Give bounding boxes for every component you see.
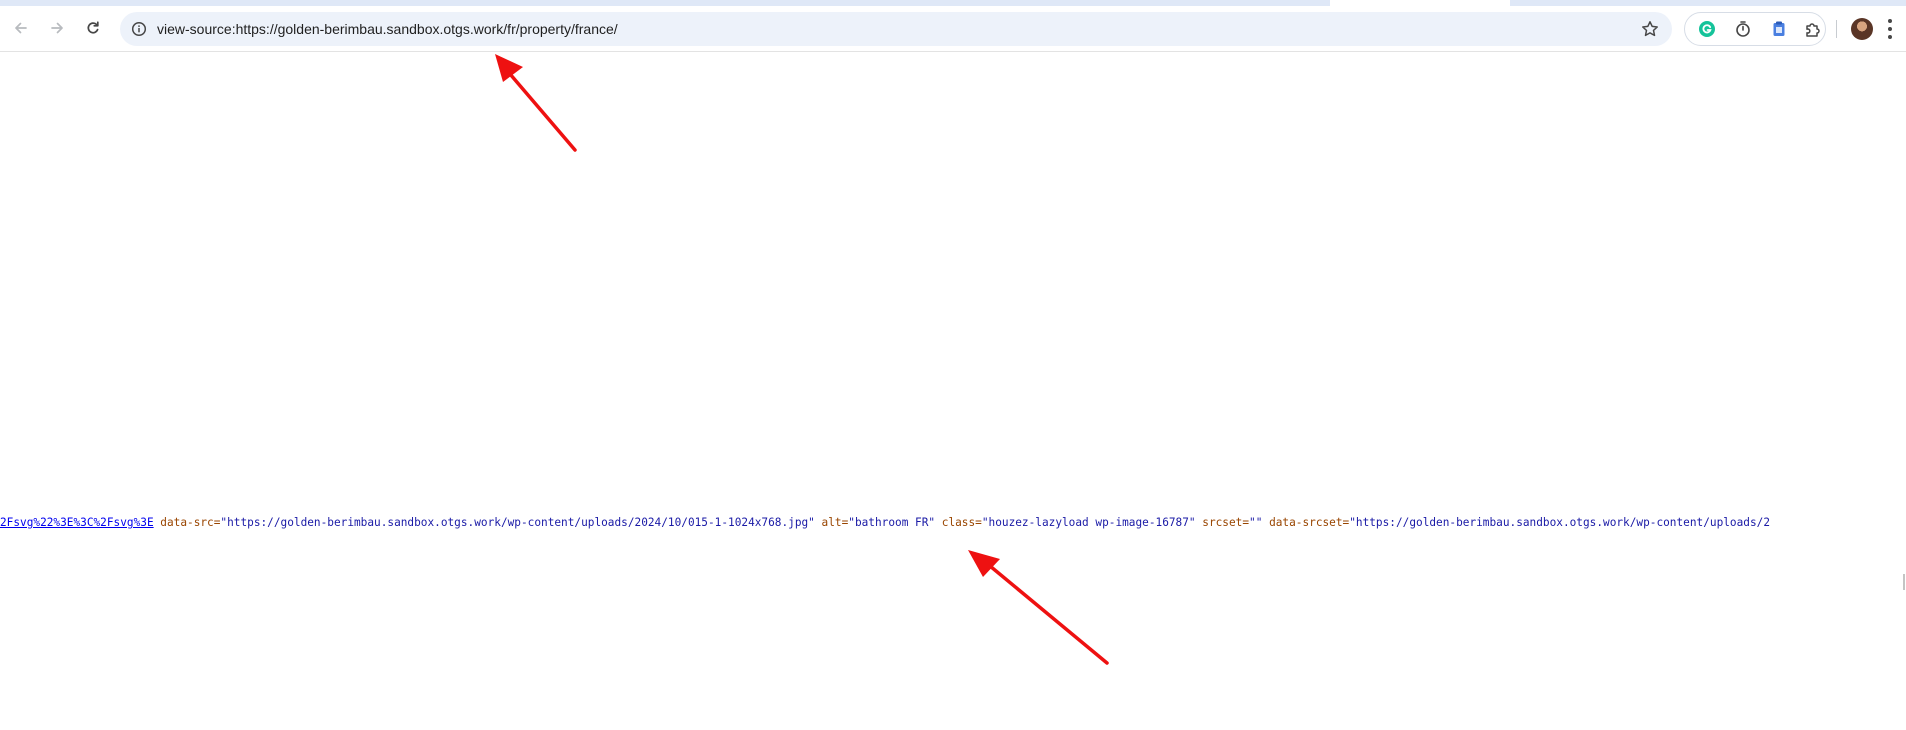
annotation-arrows: [495, 54, 1109, 665]
annotation-arrow-top: [495, 54, 577, 152]
annotation-arrow-bottom: [968, 550, 1109, 665]
